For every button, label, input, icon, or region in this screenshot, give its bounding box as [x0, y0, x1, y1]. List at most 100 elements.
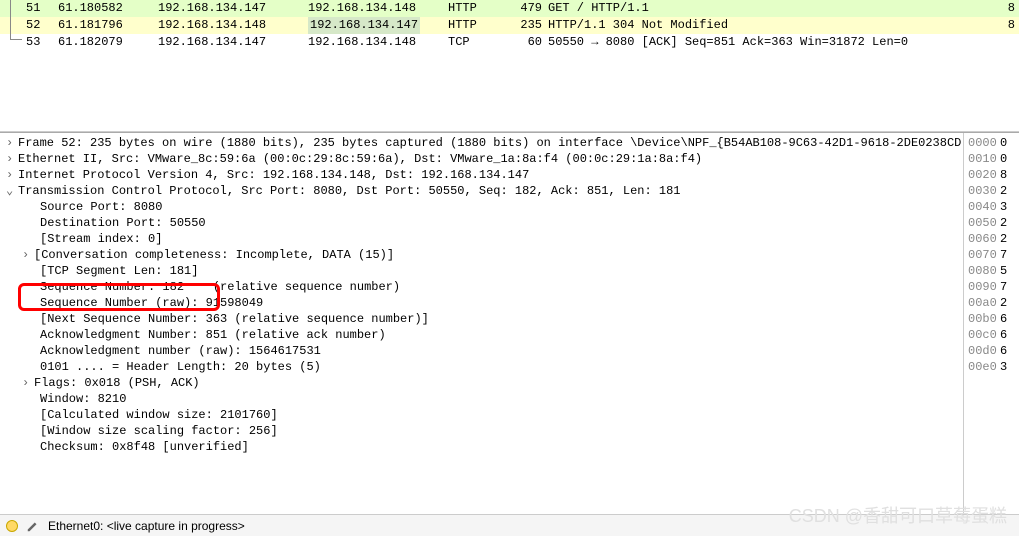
detail-calc-window[interactable]: [Calculated window size: 2101760]	[0, 407, 963, 423]
hex-byte: 3	[1000, 359, 1007, 375]
hex-byte: 2	[1000, 183, 1007, 199]
col-protocol: TCP	[448, 34, 508, 51]
hex-row[interactable]: 00208	[968, 167, 1015, 183]
hex-row[interactable]: 00100	[968, 151, 1015, 167]
hex-byte: 5	[1000, 263, 1007, 279]
col-destination: 192.168.134.147	[308, 17, 448, 34]
chevron-right-icon[interactable]: ›	[6, 167, 18, 183]
col-time: 61.181796	[58, 17, 158, 34]
hex-byte: 6	[1000, 343, 1007, 359]
col-time: 61.182079	[58, 34, 158, 51]
hex-offset: 0040	[968, 199, 1000, 215]
col-length: 60	[508, 34, 548, 51]
chevron-right-icon[interactable]: ›	[6, 135, 18, 151]
col-source: 192.168.134.147	[158, 34, 308, 51]
hex-offset: 0070	[968, 247, 1000, 263]
hex-offset: 0050	[968, 215, 1000, 231]
detail-window[interactable]: Window: 8210	[0, 391, 963, 407]
packet-details-pane[interactable]: ›Frame 52: 235 bytes on wire (1880 bits)…	[0, 133, 963, 514]
detail-ethernet[interactable]: ›Ethernet II, Src: VMware_8c:59:6a (00:0…	[0, 151, 963, 167]
hex-row[interactable]: 00907	[968, 279, 1015, 295]
hex-byte: 0	[1000, 135, 1007, 151]
col-destination: 192.168.134.148	[308, 34, 448, 51]
col-destination: 192.168.134.148	[308, 0, 448, 17]
hex-byte: 2	[1000, 231, 1007, 247]
hex-offset: 0060	[968, 231, 1000, 247]
hex-byte: 7	[1000, 279, 1007, 295]
packet-list[interactable]: 5161.180582192.168.134.147192.168.134.14…	[0, 0, 1019, 132]
hex-row[interactable]: 00602	[968, 231, 1015, 247]
detail-ack-raw[interactable]: Acknowledgment number (raw): 1564617531	[0, 343, 963, 359]
detail-checksum[interactable]: Checksum: 0x8f48 [unverified]	[0, 439, 963, 455]
chevron-right-icon[interactable]: ›	[22, 375, 34, 391]
hex-byte: 8	[1000, 167, 1007, 183]
detail-ack-number[interactable]: Acknowledgment Number: 851 (relative ack…	[0, 327, 963, 343]
hex-offset: 00a0	[968, 295, 1000, 311]
hex-row[interactable]: 00c06	[968, 327, 1015, 343]
middle-panes: ›Frame 52: 235 bytes on wire (1880 bits)…	[0, 132, 1019, 514]
detail-seq-number[interactable]: Sequence Number: 182 (relative sequence …	[0, 279, 963, 295]
detail-tcp-seg-len[interactable]: [TCP Segment Len: 181]	[0, 263, 963, 279]
col-info: HTTP/1.1 304 Not Modified	[548, 17, 1007, 34]
packet-row[interactable]: 5161.180582192.168.134.147192.168.134.14…	[0, 0, 1019, 17]
tree-guide	[10, 0, 22, 40]
detail-next-seq[interactable]: [Next Sequence Number: 363 (relative seq…	[0, 311, 963, 327]
hex-offset: 0020	[968, 167, 1000, 183]
col-source: 192.168.134.147	[158, 0, 308, 17]
col-protocol: HTTP	[448, 0, 508, 17]
detail-flags[interactable]: ›Flags: 0x018 (PSH, ACK)	[0, 375, 963, 391]
col-end: 8	[1007, 0, 1019, 17]
detail-src-port[interactable]: Source Port: 8080	[0, 199, 963, 215]
hex-byte: 7	[1000, 247, 1007, 263]
col-length: 479	[508, 0, 548, 17]
hex-row[interactable]: 00a02	[968, 295, 1015, 311]
detail-header-length[interactable]: 0101 .... = Header Length: 20 bytes (5)	[0, 359, 963, 375]
packet-row[interactable]: 5361.182079192.168.134.147192.168.134.14…	[0, 34, 1019, 51]
hex-row[interactable]: 00d06	[968, 343, 1015, 359]
detail-frame[interactable]: ›Frame 52: 235 bytes on wire (1880 bits)…	[0, 135, 963, 151]
packet-list-blank	[0, 51, 1019, 131]
col-info: GET / HTTP/1.1	[548, 0, 1007, 17]
edit-icon[interactable]	[26, 519, 40, 533]
detail-tcp[interactable]: ⌄Transmission Control Protocol, Src Port…	[0, 183, 963, 199]
hex-offset: 0010	[968, 151, 1000, 167]
hex-offset: 0080	[968, 263, 1000, 279]
col-protocol: HTTP	[448, 17, 508, 34]
status-interface-text: Ethernet0: <live capture in progress>	[48, 519, 245, 533]
hex-dump-pane[interactable]: 0000000100002080030200403005020060200707…	[963, 133, 1019, 514]
status-bar: Ethernet0: <live capture in progress>	[0, 514, 1019, 536]
hex-byte: 2	[1000, 215, 1007, 231]
hex-byte: 6	[1000, 327, 1007, 343]
hex-byte: 3	[1000, 199, 1007, 215]
hex-row[interactable]: 00e03	[968, 359, 1015, 375]
hex-row[interactable]: 00707	[968, 247, 1015, 263]
hex-row[interactable]: 00805	[968, 263, 1015, 279]
chevron-down-icon[interactable]: ⌄	[6, 183, 18, 199]
detail-dst-port[interactable]: Destination Port: 50550	[0, 215, 963, 231]
hex-offset: 0090	[968, 279, 1000, 295]
hex-byte: 2	[1000, 295, 1007, 311]
hex-offset: 0000	[968, 135, 1000, 151]
detail-stream-index[interactable]: [Stream index: 0]	[0, 231, 963, 247]
hex-row[interactable]: 00b06	[968, 311, 1015, 327]
col-end	[1007, 34, 1019, 51]
hex-offset: 00e0	[968, 359, 1000, 375]
hex-offset: 00b0	[968, 311, 1000, 327]
hex-row[interactable]: 00000	[968, 135, 1015, 151]
detail-win-scale[interactable]: [Window size scaling factor: 256]	[0, 423, 963, 439]
chevron-right-icon[interactable]: ›	[22, 247, 34, 263]
hex-row[interactable]: 00502	[968, 215, 1015, 231]
chevron-right-icon[interactable]: ›	[6, 151, 18, 167]
hex-row[interactable]: 00302	[968, 183, 1015, 199]
hex-offset: 00c0	[968, 327, 1000, 343]
detail-ip[interactable]: ›Internet Protocol Version 4, Src: 192.1…	[0, 167, 963, 183]
detail-seq-raw[interactable]: Sequence Number (raw): 91598049	[0, 295, 963, 311]
hex-offset: 0030	[968, 183, 1000, 199]
hex-row[interactable]: 00403	[968, 199, 1015, 215]
col-time: 61.180582	[58, 0, 158, 17]
hex-byte: 6	[1000, 311, 1007, 327]
detail-conversation[interactable]: ›[Conversation completeness: Incomplete,…	[0, 247, 963, 263]
packet-row[interactable]: 5261.181796192.168.134.148192.168.134.14…	[0, 17, 1019, 34]
hex-byte: 0	[1000, 151, 1007, 167]
expert-info-icon[interactable]	[6, 520, 18, 532]
